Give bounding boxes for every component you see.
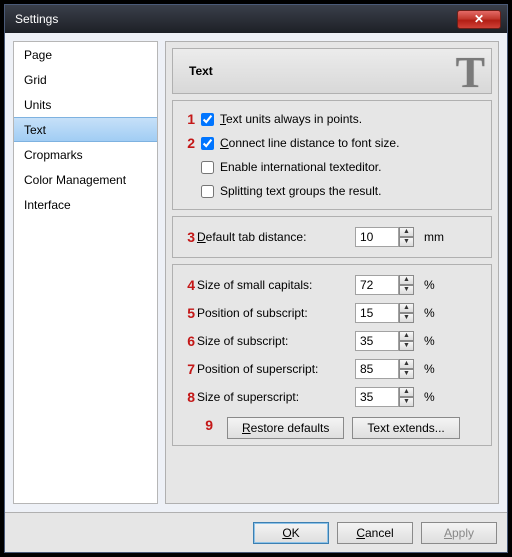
nav-item-color-management[interactable]: Color Management: [14, 167, 157, 192]
nav-item-interface[interactable]: Interface: [14, 192, 157, 217]
label-intl-editor: Enable international texteditor.: [220, 160, 381, 174]
nav-item-units[interactable]: Units: [14, 92, 157, 117]
close-icon: ✕: [474, 12, 484, 26]
close-button[interactable]: ✕: [457, 10, 501, 29]
label-units-points: Text units always in points.: [220, 112, 362, 126]
spin-up[interactable]: ▲: [399, 331, 414, 341]
label-tab-distance: Default tab distance:: [197, 230, 355, 244]
spin-up[interactable]: ▲: [399, 275, 414, 285]
text-extends-button[interactable]: Text extends...: [352, 417, 459, 439]
section-header: Text T: [172, 48, 492, 94]
unit-sup-size: %: [424, 390, 435, 404]
marker-3: 3: [181, 229, 195, 245]
nav-item-text[interactable]: Text: [14, 117, 157, 142]
apply-button[interactable]: Apply: [421, 522, 497, 544]
text-icon: T: [456, 51, 485, 95]
restore-defaults-button[interactable]: Restore defaults: [227, 417, 344, 439]
typography-group: 4 Size of small capitals: ▲▼ % 5 Positio…: [172, 264, 492, 446]
input-sup-pos[interactable]: [355, 359, 399, 379]
checkbox-intl-editor[interactable]: [201, 161, 214, 174]
marker-8: 8: [181, 389, 195, 405]
marker-6: 6: [181, 333, 195, 349]
spin-up[interactable]: ▲: [399, 387, 414, 397]
settings-window: Settings ✕ Page Grid Units Text Cropmark…: [4, 4, 508, 553]
spin-up[interactable]: ▲: [399, 227, 414, 237]
unit-sup-pos: %: [424, 362, 435, 376]
spin-down[interactable]: ▼: [399, 369, 414, 379]
spin-down[interactable]: ▼: [399, 313, 414, 323]
checkbox-connect-line[interactable]: [201, 137, 214, 150]
spin-down[interactable]: ▼: [399, 341, 414, 351]
nav-list: Page Grid Units Text Cropmarks Color Man…: [13, 41, 158, 504]
marker-2: 2: [181, 135, 195, 151]
checkbox-group: 1 Text units always in points. 2 Connect…: [172, 100, 492, 210]
label-connect-line: Connect line distance to font size.: [220, 136, 399, 150]
nav-item-page[interactable]: Page: [14, 42, 157, 67]
unit-sub-size: %: [424, 334, 435, 348]
label-sub-pos: Position of subscript:: [197, 306, 355, 320]
label-split-groups: Splitting text groups the result.: [220, 184, 381, 198]
unit-sub-pos: %: [424, 306, 435, 320]
marker-9: 9: [199, 417, 213, 439]
window-title: Settings: [9, 12, 58, 26]
marker-5: 5: [181, 305, 195, 321]
marker-1: 1: [181, 111, 195, 127]
titlebar: Settings ✕: [5, 5, 507, 33]
input-tab-distance[interactable]: [355, 227, 399, 247]
spin-down[interactable]: ▼: [399, 237, 414, 247]
ok-button[interactable]: OK: [253, 522, 329, 544]
input-sub-pos[interactable]: [355, 303, 399, 323]
label-small-caps: Size of small capitals:: [197, 278, 355, 292]
cancel-button[interactable]: Cancel: [337, 522, 413, 544]
marker-7: 7: [181, 361, 195, 377]
label-sup-pos: Position of superscript:: [197, 362, 355, 376]
spin-down[interactable]: ▼: [399, 397, 414, 407]
nav-item-cropmarks[interactable]: Cropmarks: [14, 142, 157, 167]
unit-tab-distance: mm: [424, 230, 444, 244]
checkbox-split-groups[interactable]: [201, 185, 214, 198]
marker-4: 4: [181, 277, 195, 293]
input-sup-size[interactable]: [355, 387, 399, 407]
section-title: Text: [173, 64, 213, 78]
input-small-caps[interactable]: [355, 275, 399, 295]
spinner-tab-distance: ▲▼: [355, 227, 414, 247]
tab-distance-group: 3 Default tab distance: ▲▼ mm: [172, 216, 492, 258]
nav-item-grid[interactable]: Grid: [14, 67, 157, 92]
dialog-footer: OK Cancel Apply: [5, 512, 507, 552]
spin-down[interactable]: ▼: [399, 285, 414, 295]
checkbox-units-points[interactable]: [201, 113, 214, 126]
label-sup-size: Size of superscript:: [197, 390, 355, 404]
spin-up[interactable]: ▲: [399, 303, 414, 313]
spin-up[interactable]: ▲: [399, 359, 414, 369]
label-sub-size: Size of subscript:: [197, 334, 355, 348]
unit-small-caps: %: [424, 278, 435, 292]
content-panel: Text T 1 Text units always in points. 2 …: [165, 41, 499, 504]
input-sub-size[interactable]: [355, 331, 399, 351]
